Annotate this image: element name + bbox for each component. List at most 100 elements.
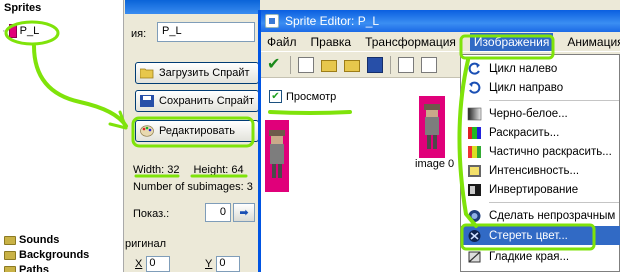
menu-item-label: Цикл направо [489, 81, 564, 94]
menu-item-invert[interactable]: Инвертирование [461, 180, 620, 199]
menu-item-label: Стереть цвет... [489, 229, 568, 242]
editor-title: Sprite Editor: P_L [285, 14, 380, 28]
intensity-icon [468, 164, 481, 177]
checkbox-checked-icon: ✔ [269, 90, 282, 103]
load-sprite-button[interactable]: Загрузить Спрайт [135, 62, 259, 84]
y-label: Y [205, 258, 213, 270]
cycle-left-icon [468, 62, 480, 75]
menu-item-label: Раскрасить... [489, 126, 560, 139]
editor-menubar: Файл Правка Трансформация Изображения Ан… [261, 32, 620, 52]
show-label: Показ.: [133, 208, 170, 220]
preview-label: Просмотр [286, 90, 337, 103]
menu-item-intensity[interactable]: Интенсивность... [461, 161, 620, 180]
tree-node-paths[interactable]: Paths [4, 264, 49, 272]
colorize-icon [468, 126, 481, 139]
menu-item-label: Черно-белое... [489, 107, 568, 120]
properties-titlebar [125, 0, 260, 14]
backgrounds-label: Backgrounds [19, 249, 90, 261]
save-icon[interactable] [367, 56, 383, 73]
sprite-thumbnail [8, 24, 17, 38]
new-document-icon[interactable] [298, 56, 314, 73]
edit-sprite-label: Редактировать [159, 125, 235, 137]
subimages-count: Number of subimages: 3 [133, 181, 253, 193]
open-folder-new-icon[interactable] [344, 60, 360, 72]
menu-item-cycle-left[interactable]: Цикл налево [461, 59, 620, 78]
preview-checkbox[interactable]: ✔ Просмотр [269, 90, 336, 103]
tree-node-sprites[interactable]: Sprites [4, 2, 41, 14]
menu-item-smooth-edges[interactable]: Гладкие края... [461, 247, 620, 266]
menu-item-colorize[interactable]: Раскрасить... [461, 123, 620, 142]
menu-item-label: Гладкие края... [489, 250, 570, 263]
folder-open-icon [140, 68, 154, 79]
editor-titlebar[interactable]: Sprite Editor: P_L [261, 10, 620, 32]
menu-separator [489, 100, 619, 101]
menu-animation[interactable]: Анимация [567, 35, 620, 49]
opaque-icon [468, 209, 481, 222]
show-index-input[interactable]: 0 [205, 203, 231, 222]
name-input[interactable]: P_L [157, 22, 255, 42]
images-dropdown-menu: Цикл налево Цикл направо Черно-белое... … [460, 54, 620, 272]
menu-item-erase-color[interactable]: Стереть цвет... [461, 226, 620, 245]
sounds-label: Sounds [19, 234, 60, 246]
paths-label: Paths [19, 264, 49, 272]
open-folder-icon[interactable] [321, 60, 337, 72]
toolbar-separator [390, 55, 391, 74]
insert-down-icon[interactable] [398, 56, 414, 73]
menu-transform[interactable]: Трансформация [365, 35, 456, 49]
tree-node-sounds[interactable]: Sounds [4, 234, 59, 246]
origin-x-input[interactable]: 0 [146, 256, 171, 272]
menu-file[interactable]: Файл [267, 35, 297, 49]
x-label: X [135, 258, 143, 270]
menu-item-partial-colorize[interactable]: Частично раскрасить... [461, 142, 620, 161]
image-thumbnail[interactable] [419, 96, 445, 158]
save-sprite-button[interactable]: Сохранить Спрайт [135, 90, 259, 112]
confirm-check-icon[interactable]: ✔ [267, 56, 283, 73]
partial-colorize-icon [468, 145, 481, 158]
tree-item-sprite[interactable]: · P_L [2, 24, 39, 38]
menu-item-grayscale[interactable]: Черно-белое... [461, 104, 620, 123]
edit-sprite-button[interactable]: Редактировать [135, 120, 259, 142]
origin-y: Y 0 [205, 256, 241, 272]
menu-edit[interactable]: Правка [311, 35, 352, 49]
folder-icon [4, 250, 16, 260]
save-icon [140, 95, 154, 107]
load-sprite-label: Загрузить Спрайт [159, 67, 250, 79]
menu-item-label: Сделать непрозрачным [489, 209, 616, 222]
toolbar-separator [290, 55, 291, 74]
image-list: image 0 [391, 88, 463, 272]
smooth-edges-icon [468, 251, 481, 262]
tree-connector: · [2, 25, 6, 37]
invert-icon [468, 183, 481, 196]
menu-separator [489, 202, 619, 203]
arrow-right-icon: ➡ [239, 207, 249, 219]
tree-node-backgrounds[interactable]: Backgrounds [4, 249, 89, 261]
insert-up-icon[interactable] [421, 56, 437, 73]
sprites-label: Sprites [4, 2, 42, 14]
menu-item-make-opaque[interactable]: Сделать непрозрачным [461, 206, 620, 225]
palette-icon [140, 125, 154, 137]
origin-x: X 0 [135, 256, 171, 272]
erase-color-icon [468, 229, 481, 242]
cycle-right-icon [469, 81, 481, 94]
menu-item-label: Интенсивность... [489, 164, 580, 177]
sprite-size: Width: 32 Height: 64 [133, 164, 244, 176]
app-icon [265, 14, 279, 28]
resource-tree: Sprites · P_L Sounds Backgrounds Paths [0, 0, 124, 272]
save-sprite-label: Сохранить Спрайт [159, 95, 255, 107]
origin-label: ригинал [125, 238, 167, 250]
folder-icon [4, 265, 16, 272]
origin-y-input[interactable]: 0 [216, 256, 241, 272]
sprite-preview-image [265, 120, 289, 192]
sprite-item-label: P_L [19, 25, 40, 37]
width-value: Width: 32 [133, 164, 180, 176]
image-label: image 0 [415, 158, 455, 170]
folder-icon [4, 235, 16, 245]
show-next-button[interactable]: ➡ [233, 203, 255, 222]
name-label: ия: [131, 28, 147, 40]
menu-images[interactable]: Изображения [469, 32, 554, 51]
menu-item-cycle-right[interactable]: Цикл направо [461, 78, 620, 97]
menu-item-label: Инвертирование [489, 183, 579, 196]
menu-item-label: Цикл налево [489, 62, 558, 75]
menu-item-label: Частично раскрасить... [489, 145, 612, 158]
grayscale-icon [467, 107, 482, 120]
